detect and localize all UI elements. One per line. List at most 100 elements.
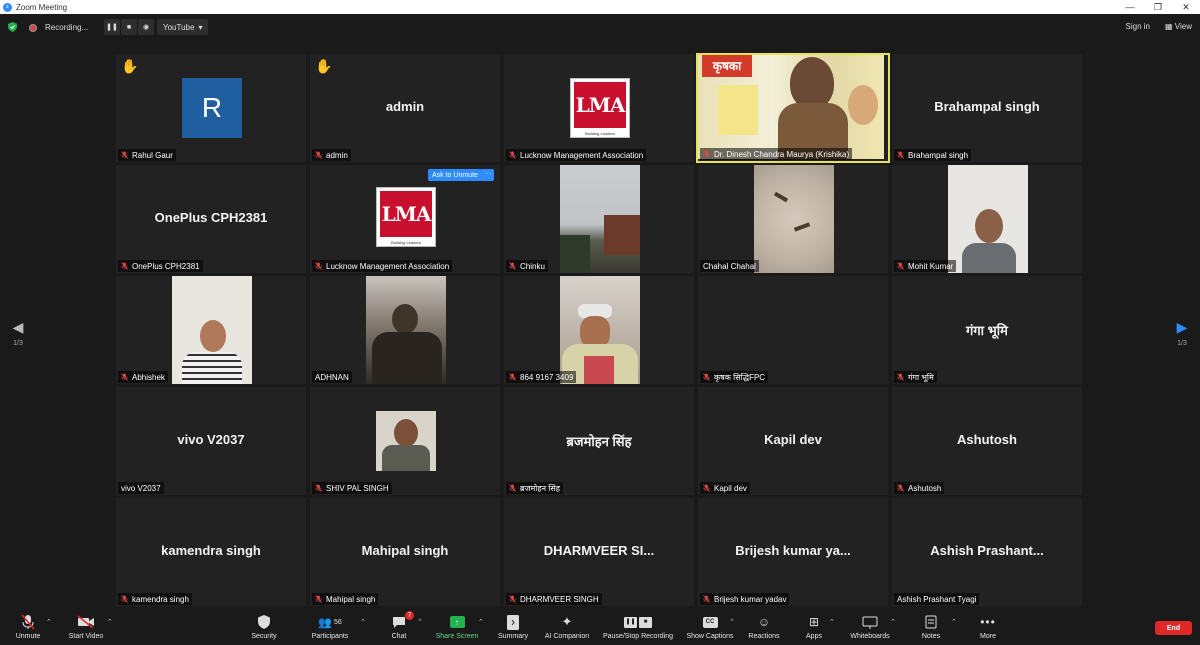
participant-tile[interactable]: Brijesh kumar ya... Brijesh kumar yadav: [698, 498, 888, 606]
apps-grid-icon: ⊞: [808, 615, 820, 629]
view-button[interactable]: ▦ View: [1165, 22, 1192, 31]
participant-name-label: DHARMVEER SINGH: [506, 593, 602, 605]
tile-more-options-button[interactable]: ···: [481, 169, 494, 181]
end-meeting-button[interactable]: End: [1155, 621, 1192, 635]
more-label: More: [980, 633, 996, 640]
page-indicator-left: 1/3: [13, 340, 23, 347]
live-stream-icon: ◉: [142, 24, 150, 31]
participant-tile[interactable]: Abhishek: [116, 276, 306, 384]
pause-stop-recording-button[interactable]: ❚❚ ■ Pause/Stop Recording: [598, 614, 678, 640]
share-screen-label: Share Screen: [435, 633, 479, 640]
participant-display-name: Brahampal singh: [934, 99, 1040, 114]
stop-recording-button[interactable]: ■: [121, 19, 137, 35]
next-page-nav[interactable]: ▶ 1/3: [1172, 319, 1192, 347]
participant-name-label: Chinku: [506, 260, 548, 272]
participant-tile[interactable]: LMA Building Leaders Lucknow Management As…: [504, 54, 694, 162]
whiteboards-chevron-icon[interactable]: ⌃: [890, 618, 896, 626]
lma-logo: LMA Building Leaders: [376, 187, 436, 247]
participant-name: Kapil dev: [714, 483, 747, 493]
participant-name: 864 9167 3409: [520, 372, 574, 382]
participant-tile[interactable]: ब्रजमोहन सिंह ब्रजमोहन सिंह: [504, 387, 694, 495]
participant-tile[interactable]: kamendra singh kamendra singh: [116, 498, 306, 606]
participant-name-label: ब्रजमोहन सिंह: [506, 482, 563, 494]
participant-tile[interactable]: Ashutosh Ashutosh: [892, 387, 1082, 495]
meeting-topbar: Recording... ❚❚ ■ ◉ YouTube ▾ Sign in ▦ …: [0, 14, 1200, 40]
participant-tile[interactable]: admin ✋ admin: [310, 54, 500, 162]
participant-tile[interactable]: SHIV PAL SINGH: [310, 387, 500, 495]
pause-recording-button[interactable]: ❚❚: [104, 19, 120, 35]
participant-name-label: Dr. Dinesh Chandra Maurya (Krishika): [700, 148, 853, 160]
participant-tile[interactable]: कृषका Dr. Dinesh Chandra Maurya (Krishika…: [696, 53, 890, 163]
participant-name: Brahampal singh: [908, 150, 969, 160]
participants-count: 56: [333, 618, 342, 626]
participant-name-label: गंगा भूमि: [894, 371, 937, 383]
encryption-shield-icon[interactable]: [8, 22, 17, 32]
whiteboard-icon: [862, 616, 878, 629]
chat-unread-badge: 7: [405, 611, 414, 620]
participant-tile[interactable]: गंगा भूमि गंगा भूमि: [892, 276, 1082, 384]
captions-cc-icon: CC: [702, 616, 718, 628]
participant-display-name: Mahipal singh: [361, 543, 449, 558]
participant-name: Chahal Chahal: [703, 261, 756, 271]
summary-label: Summary: [498, 633, 528, 640]
window-title: Zoom Meeting: [16, 2, 68, 12]
participant-tile[interactable]: Chinku: [504, 165, 694, 273]
participant-tile[interactable]: 864 9167 3409: [504, 276, 694, 384]
pause-stop-recording-label: Pause/Stop Recording: [602, 633, 674, 640]
security-button[interactable]: Security: [229, 614, 299, 640]
participant-tile[interactable]: DHARMVEER SI... DHARMVEER SINGH: [504, 498, 694, 606]
participant-name: Mohit Kumar: [908, 261, 954, 271]
stream-destination-dropdown[interactable]: YouTube ▾: [157, 19, 209, 35]
prev-page-nav[interactable]: ◀ 1/3: [8, 319, 28, 347]
participant-name: vivo V2037: [121, 483, 161, 493]
reactions-smiley-icon: ☺: [757, 615, 771, 629]
more-button[interactable]: ••• More: [953, 614, 1023, 640]
close-icon[interactable]: ✕: [1172, 0, 1200, 14]
video-options-chevron-icon[interactable]: ⌃: [107, 618, 113, 626]
mic-muted-icon: [703, 150, 710, 158]
participant-video: [560, 165, 640, 273]
mic-muted-icon: [315, 151, 322, 159]
participant-tile[interactable]: Mohit Kumar: [892, 165, 1082, 273]
participant-name-label: Rahul Gaur: [118, 149, 176, 161]
participant-tile[interactable]: कृषक सिद्धिFPC: [698, 276, 888, 384]
participant-tile[interactable]: LMA Building Leaders Ask to Unmute ··· Luckn…: [310, 165, 500, 273]
mic-muted-icon: [703, 484, 710, 492]
raised-hand-icon: ✋: [121, 58, 139, 74]
participants-label: Participants: [311, 633, 349, 640]
participant-tile[interactable]: Kapil dev Kapil dev: [698, 387, 888, 495]
participant-tile[interactable]: OnePlus CPH2381 OnePlus CPH2381: [116, 165, 306, 273]
participant-tile[interactable]: R ✋ Rahul Gaur: [116, 54, 306, 162]
participants-button[interactable]: 👥 56 Participants: [295, 614, 365, 641]
chat-label: Chat: [391, 633, 407, 640]
participant-tile[interactable]: vivo V2037 vivo V2037: [116, 387, 306, 495]
participant-name: कृषक सिद्धिFPC: [714, 372, 766, 382]
participant-video: [948, 165, 1028, 273]
mic-muted-icon: [703, 595, 710, 603]
participant-tile[interactable]: Mahipal singh Mahipal singh: [310, 498, 500, 606]
participant-name-label: 864 9167 3409: [506, 371, 577, 383]
raised-hand-icon: ✋: [315, 58, 333, 74]
restore-icon[interactable]: ❐: [1144, 0, 1172, 14]
chevron-left-icon[interactable]: ◀: [8, 319, 28, 336]
signin-link[interactable]: Sign in: [1126, 22, 1150, 31]
mic-muted-icon: [121, 262, 128, 270]
participant-tile[interactable]: Brahampal singh Brahampal singh: [892, 54, 1082, 162]
participant-tile[interactable]: ADHNAN: [310, 276, 500, 384]
notes-label: Notes: [921, 633, 941, 640]
participant-name-label: Mohit Kumar: [894, 260, 957, 272]
notes-icon: [925, 615, 937, 629]
chevron-right-icon[interactable]: ▶: [1172, 319, 1192, 336]
mic-muted-icon: [509, 373, 516, 381]
speaker-video: कृषका: [698, 55, 884, 159]
ask-to-unmute-button[interactable]: Ask to Unmute: [428, 169, 482, 181]
live-stream-button[interactable]: ◉: [138, 19, 154, 35]
participant-tile[interactable]: Chahal Chahal: [698, 165, 888, 273]
participant-name: Ashutosh: [908, 483, 942, 493]
participant-name: kamendra singh: [132, 594, 189, 604]
ai-companion-button[interactable]: ✦ AI Companion: [532, 614, 602, 640]
minimize-icon[interactable]: —: [1116, 0, 1144, 14]
apps-chevron-icon[interactable]: ⌃: [829, 618, 835, 626]
participant-tile[interactable]: Ashish Prashant... Ashish Prashant Tyagi: [892, 498, 1082, 606]
window-titlebar: z Zoom Meeting — ❐ ✕: [0, 0, 1200, 14]
